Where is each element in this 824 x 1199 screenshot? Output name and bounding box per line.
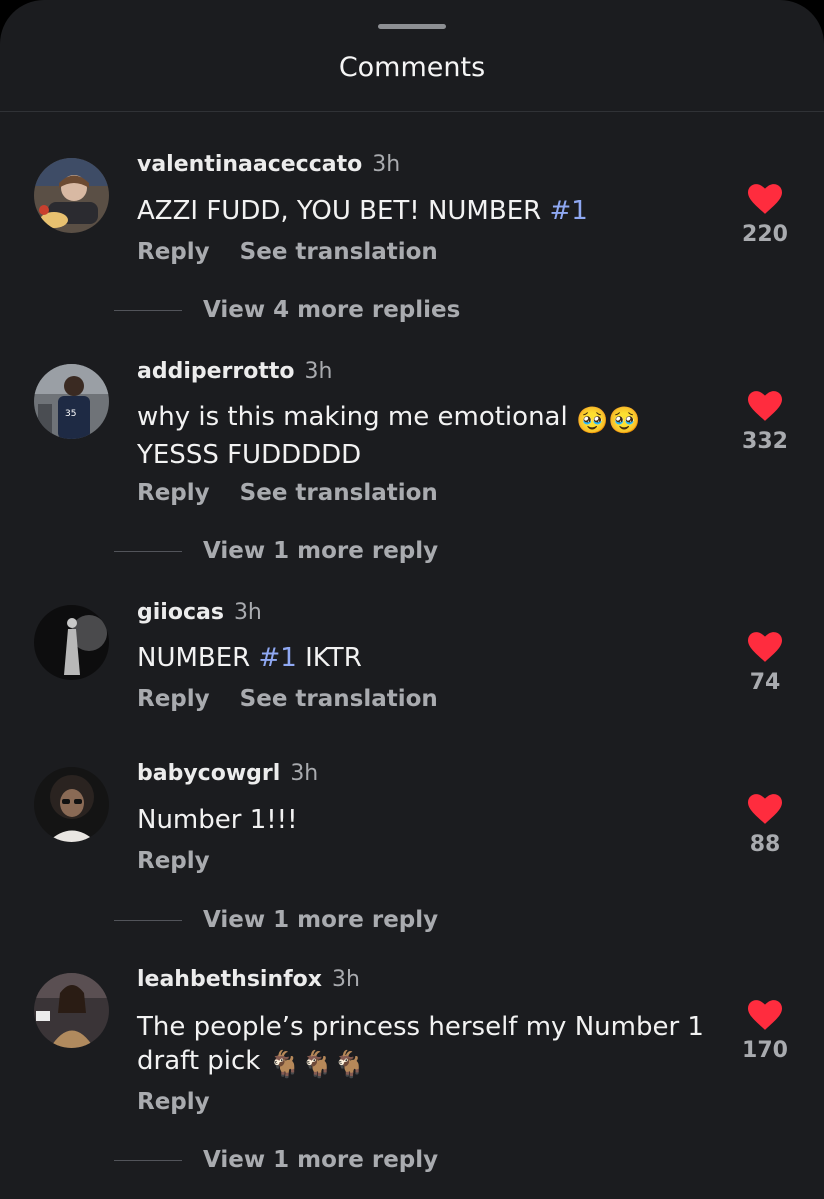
comment-time: 3h <box>332 967 360 992</box>
view-replies-button[interactable]: View 4 more replies <box>114 293 460 327</box>
reply-button[interactable]: Reply <box>137 848 210 874</box>
comment-time: 3h <box>304 359 333 384</box>
avatar[interactable] <box>34 158 109 233</box>
reply-button[interactable]: Reply <box>137 239 210 265</box>
replies-divider-line <box>114 550 182 552</box>
see-translation-button[interactable]: See translation <box>240 480 438 506</box>
replies-divider-line <box>114 919 182 921</box>
heart-icon <box>748 391 782 421</box>
view-replies-button[interactable]: View 1 more reply <box>114 1143 438 1177</box>
comment-actions: Reply See translation <box>137 686 438 712</box>
avatar[interactable]: 35 <box>34 364 109 439</box>
comment-username[interactable]: valentinaaceccato 3h <box>137 152 400 177</box>
view-replies-button[interactable]: View 1 more reply <box>114 534 438 568</box>
avatar[interactable] <box>34 973 109 1048</box>
comment-text: The people’s princess herself my Number … <box>137 1012 704 1080</box>
view-replies-label: View 4 more replies <box>203 297 461 323</box>
goat-emoji: 🐐🐐🐐 <box>268 1050 366 1080</box>
like-button[interactable]: 220 <box>730 184 800 247</box>
pleading-emoji: 🥹🥹 <box>575 406 641 436</box>
like-count: 332 <box>742 429 788 454</box>
sheet-title: Comments <box>338 52 486 83</box>
comments-sheet: Comments valentinaaceccato 3h AZZI FUDD, … <box>0 0 824 1199</box>
like-button[interactable]: 332 <box>730 391 800 454</box>
heart-icon <box>748 632 782 662</box>
comment-actions: Reply See translation <box>137 239 438 265</box>
reply-button[interactable]: Reply <box>137 1089 210 1115</box>
like-count: 220 <box>742 222 788 247</box>
comment-username[interactable]: babycowgrl 3h <box>137 761 318 786</box>
comment-text: NUMBER #1 IKTR <box>137 643 362 673</box>
heart-icon <box>748 1000 782 1030</box>
svg-text:35: 35 <box>65 409 76 419</box>
view-replies-button[interactable]: View 1 more reply <box>114 903 438 937</box>
comment-actions: Reply See translation <box>137 480 438 506</box>
comment-username[interactable]: giiocas 3h <box>137 600 262 625</box>
hashtag-link[interactable]: #1 <box>549 196 587 226</box>
replies-divider-line <box>114 309 182 311</box>
comment-time: 3h <box>372 152 401 177</box>
comment-actions: Reply <box>137 1089 210 1115</box>
comment-text: why is this making me emotional 🥹🥹 YESSS … <box>137 402 641 470</box>
like-count: 88 <box>749 832 781 857</box>
comment-text: Number 1!!! <box>137 805 298 835</box>
view-replies-label: View 1 more reply <box>203 1147 439 1173</box>
view-replies-label: View 1 more reply <box>203 538 439 564</box>
heart-icon <box>748 184 782 214</box>
like-count: 74 <box>749 670 781 695</box>
view-replies-label: View 1 more reply <box>203 907 439 933</box>
like-button[interactable]: 74 <box>730 632 800 695</box>
comment-text: AZZI FUDD, YOU BET! NUMBER #1 <box>137 196 588 226</box>
drag-handle[interactable] <box>378 24 446 29</box>
replies-divider-line <box>114 1159 182 1161</box>
comment-time: 3h <box>233 600 262 625</box>
comment-time: 3h <box>290 761 319 786</box>
comment-actions: Reply <box>137 848 210 874</box>
header-divider <box>0 111 824 112</box>
avatar[interactable] <box>34 767 109 842</box>
reply-button[interactable]: Reply <box>137 480 210 506</box>
heart-icon <box>748 794 782 824</box>
like-button[interactable]: 88 <box>730 794 800 857</box>
reply-button[interactable]: Reply <box>137 686 210 712</box>
like-count: 170 <box>742 1038 788 1063</box>
comment-username[interactable]: addiperrotto 3h <box>137 359 332 384</box>
see-translation-button[interactable]: See translation <box>240 686 438 712</box>
see-translation-button[interactable]: See translation <box>240 239 438 265</box>
like-button[interactable]: 170 <box>730 1000 800 1063</box>
hashtag-link[interactable]: #1 <box>259 643 297 673</box>
comment-username[interactable]: leahbethsinfox 3h <box>137 967 360 992</box>
avatar[interactable] <box>34 605 109 680</box>
